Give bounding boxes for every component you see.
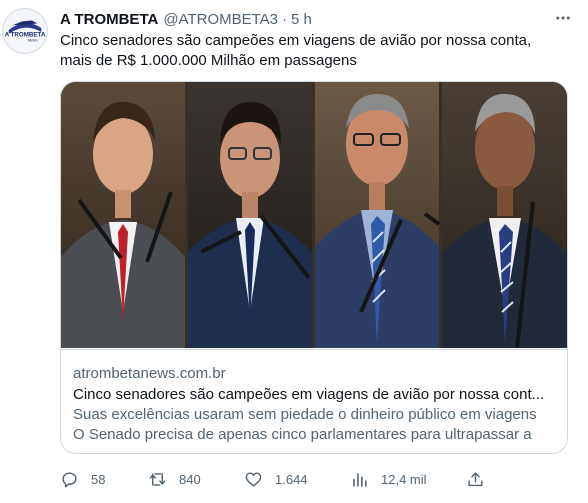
tweet-time[interactable]: 5 h [291, 11, 312, 28]
tweet[interactable]: A TROMBETA NEWS A TROMBETA @ATROMBETA3 ·… [0, 0, 588, 503]
share-icon [468, 471, 483, 486]
trombeta-logo-icon: A TROMBETA NEWS [3, 9, 47, 53]
reply-icon [62, 471, 77, 487]
action-bar: 58 840 1.644 12,4 mil [60, 468, 500, 490]
views-button[interactable]: 12,4 mil [350, 468, 427, 490]
senators-photo [61, 82, 567, 348]
views-icon [353, 472, 367, 487]
like-button[interactable]: 1.644 [244, 468, 308, 490]
views-count: 12,4 mil [381, 471, 427, 487]
user-handle[interactable]: @ATROMBETA3 [163, 11, 278, 28]
like-count: 1.644 [275, 471, 308, 487]
more-button[interactable] [552, 8, 574, 28]
display-name[interactable]: A TROMBETA [60, 11, 158, 28]
logo-sub: NEWS [28, 39, 39, 43]
logo-text: A TROMBETA [5, 32, 46, 39]
avatar[interactable]: A TROMBETA NEWS [2, 8, 48, 54]
link-card[interactable]: atrombetanews.com.br Cinco senadores são… [60, 81, 568, 454]
retweet-icon [149, 472, 166, 486]
card-domain: atrombetanews.com.br [73, 365, 226, 382]
card-image[interactable] [61, 82, 567, 348]
more-icon [556, 16, 570, 20]
reply-count: 58 [91, 471, 106, 487]
retweet-count: 840 [179, 471, 201, 487]
tweet-text: Cinco senadores são campeões em viagens … [60, 31, 560, 71]
tweet-header: A TROMBETA @ATROMBETA3 · 5 h [60, 9, 568, 29]
share-button[interactable] [466, 468, 497, 490]
heart-icon [245, 471, 262, 487]
reply-button[interactable]: 58 [60, 468, 105, 490]
card-title: Cinco senadores são campeões em viagens … [73, 386, 545, 403]
retweet-button[interactable]: 840 [148, 468, 201, 490]
card-description-line-2: O Senado precisa de apenas cinco parlame… [73, 426, 532, 443]
tweet-text-line-2: mais de R$ 1.000.000 Milhão em passagens [60, 52, 357, 69]
card-body[interactable]: atrombetanews.com.br Cinco senadores são… [61, 349, 567, 445]
separator-dot: · [282, 10, 288, 28]
card-description-line-1: Suas excelências usaram sem piedade o di… [73, 406, 537, 423]
tweet-text-line-1: Cinco senadores são campeões em viagens … [60, 32, 532, 49]
